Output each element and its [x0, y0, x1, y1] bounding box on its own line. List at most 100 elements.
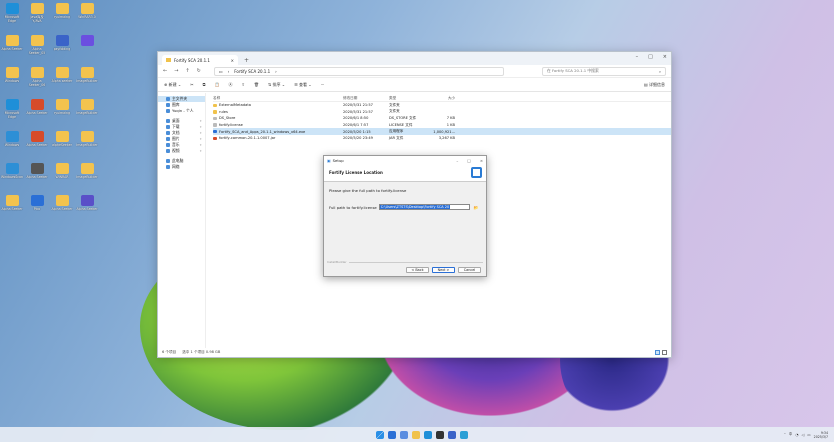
- browse-folder-icon[interactable]: 📂: [474, 205, 479, 210]
- back-arrow-icon[interactable]: ←: [163, 68, 167, 74]
- close-tab-icon[interactable]: ×: [231, 58, 234, 63]
- taskbar-app-icon[interactable]: [448, 430, 456, 439]
- chevron-up-icon[interactable]: ˄: [784, 433, 786, 437]
- taskbar-app-icon[interactable]: [412, 430, 420, 439]
- desktop-icon[interactable]: alpheSeeker: [51, 131, 73, 147]
- speaker-icon[interactable]: ◁: [802, 433, 805, 437]
- desktop-icon[interactable]: psyfolding: [51, 35, 73, 51]
- file-row[interactable]: rules 2020/5/31 21:57 文件夹: [213, 109, 671, 116]
- paste-icon[interactable]: 📋: [214, 82, 219, 87]
- location-icon: [166, 143, 170, 147]
- view-button[interactable]: ☰ 查看 ⌄: [294, 82, 311, 88]
- pin-icon: ✦: [199, 143, 202, 147]
- column-name[interactable]: 名称: [213, 96, 343, 101]
- desktop-icon[interactable]: WINRAR: [51, 163, 73, 179]
- license-path-input[interactable]: C:\Users\ZTSTS\Desktop\Fortify SCA 20: [378, 204, 470, 210]
- up-arrow-icon[interactable]: ↑: [185, 68, 189, 74]
- pin-icon: ✦: [199, 119, 202, 123]
- clock[interactable]: 9:34 2025/3/7: [814, 431, 828, 439]
- file-date: 2020/6/1 7:57: [343, 123, 369, 128]
- windows-start-icon[interactable]: [376, 430, 384, 439]
- desktop-icon[interactable]: Alpha Seeker: [26, 131, 48, 147]
- minimize-icon[interactable]: –: [636, 54, 639, 60]
- explorer-tab[interactable]: Fortify SCA 20.1.1 ×: [162, 55, 238, 65]
- next-button[interactable]: Next >: [432, 267, 455, 273]
- desktop-icon[interactable]: ImageBuilder: [76, 99, 98, 115]
- copy-icon[interactable]: ⧉: [203, 82, 206, 87]
- desktop-icon[interactable]: Microsoft Edge: [1, 99, 23, 119]
- file-row[interactable]: DS_Store 2020/6/1 8:50 DS_STORE 文件 7 KB: [213, 115, 671, 122]
- maximize-icon[interactable]: □: [467, 158, 471, 163]
- taskbar-app-icon[interactable]: [388, 430, 396, 439]
- file-row[interactable]: fortify.license 2020/6/1 7:57 LICENSE 文件 1 …: [213, 122, 671, 129]
- taskbar-app-icon[interactable]: [436, 430, 444, 439]
- close-icon[interactable]: ×: [663, 54, 667, 60]
- details-button[interactable]: ▤ 详细信息: [644, 82, 665, 88]
- desktop-icon[interactable]: Pico: [26, 195, 48, 211]
- desktop-icon[interactable]: Alpha Seeker: [51, 195, 73, 211]
- breadcrumb-item[interactable]: Fortify SCA 20.1.1: [234, 69, 270, 74]
- file-type: 文件夹: [389, 109, 400, 114]
- column-date[interactable]: 修改日期: [343, 96, 389, 101]
- column-size[interactable]: 大小: [427, 96, 455, 101]
- desktop-icon[interactable]: ImageBuilder: [76, 163, 98, 179]
- desktop-icon[interactable]: Alpha Seeker_06: [26, 67, 48, 87]
- selection-info: 选中 1 个项目 0.98 GB: [182, 350, 221, 354]
- cut-icon[interactable]: ✂: [190, 82, 193, 87]
- more-button[interactable]: ···: [321, 82, 325, 87]
- refresh-icon[interactable]: ↻: [197, 68, 201, 74]
- desktop-icon[interactable]: Alpha Seeker: [76, 195, 98, 211]
- sidebar-item[interactable]: 网络: [158, 164, 205, 170]
- setup-dialog[interactable]: ▣ Setup – □ × Fortify License Location P…: [323, 155, 487, 277]
- close-icon[interactable]: ×: [480, 158, 483, 163]
- file-row[interactable]: Fortify_SCA_and_Apps_20.1.1_windows_x64.…: [213, 128, 671, 135]
- minimize-icon[interactable]: –: [456, 158, 458, 163]
- desktop-icon[interactable]: Alpha Seeker: [1, 195, 23, 211]
- pin-icon: ✦: [199, 149, 202, 153]
- monitor-icon: ▭: [218, 68, 223, 74]
- input-language[interactable]: 中: [789, 432, 793, 437]
- sort-button[interactable]: ⇅ 排序 ⌄: [268, 82, 285, 88]
- desktop-icon[interactable]: Alpha Seeker: [26, 99, 48, 115]
- desktop-icon[interactable]: ImageBuilder: [76, 67, 98, 83]
- search-box[interactable]: 在 Fortify SCA 20.1.1 中搜索 ⌕: [542, 66, 666, 76]
- new-button[interactable]: ⊕ 新建 ⌄: [164, 82, 181, 88]
- file-row[interactable]: ExternalMetadata 2020/5/31 21:57 文件夹: [213, 102, 671, 109]
- cancel-button[interactable]: Cancel: [458, 267, 481, 273]
- desktop-icon[interactable]: Microsoft Edge: [1, 3, 23, 23]
- desktop-icon[interactable]: ImageBuilder: [76, 131, 98, 147]
- maximize-icon[interactable]: □: [648, 54, 653, 60]
- column-type[interactable]: 类型: [389, 96, 427, 101]
- desktop-icon[interactable]: WindowsScan: [1, 163, 23, 179]
- new-tab-button[interactable]: +: [244, 56, 249, 65]
- wifi-icon[interactable]: ◔: [795, 433, 798, 437]
- delete-icon[interactable]: 🗑: [254, 82, 259, 87]
- dialog-titlebar: ▣ Setup – □ ×: [324, 156, 486, 164]
- rename-icon[interactable]: Ⓐ: [228, 82, 232, 88]
- desktop-icon[interactable]: ryuimaing: [51, 3, 73, 19]
- details-view-icon[interactable]: [655, 350, 660, 355]
- app-icon: [30, 163, 44, 174]
- taskbar-app-icon[interactable]: [400, 430, 408, 439]
- path-box[interactable]: ▭ › Fortify SCA 20.1.1 ›: [213, 66, 504, 76]
- back-button[interactable]: < Back: [406, 267, 429, 273]
- battery-icon[interactable]: ▭: [807, 433, 810, 437]
- taskbar-app-icon[interactable]: [424, 430, 432, 439]
- forward-arrow-icon[interactable]: →: [174, 68, 178, 74]
- file-size: 1,000,921...: [433, 129, 455, 134]
- file-row[interactable]: fortify-common-20.1.1.0007.jar 2020/5/20 …: [213, 135, 671, 142]
- desktop-icon[interactable]: Windows: [1, 131, 23, 147]
- desktop-icon[interactable]: Alpha Seeker_05: [26, 35, 48, 55]
- desktop-icon[interactable]: Alpha Seeker: [1, 35, 23, 51]
- tiles-view-icon[interactable]: [662, 350, 667, 355]
- desktop-icon[interactable]: WinRAR3.0: [76, 3, 98, 19]
- desktop-icon[interactable]: [76, 35, 98, 47]
- taskbar-app-icon[interactable]: [460, 430, 468, 439]
- desktop-icon[interactable]: Java库及Y/AVA: [26, 3, 48, 23]
- desktop-icon[interactable]: ryuimaing: [51, 99, 73, 115]
- file-icon: [213, 103, 217, 108]
- share-icon[interactable]: ⇪: [241, 82, 244, 87]
- desktop-icon[interactable]: Alpha Seeker: [26, 163, 48, 179]
- desktop-icon[interactable]: Windows: [1, 67, 23, 83]
- desktop-icon[interactable]: Alpha seeker: [51, 67, 73, 83]
